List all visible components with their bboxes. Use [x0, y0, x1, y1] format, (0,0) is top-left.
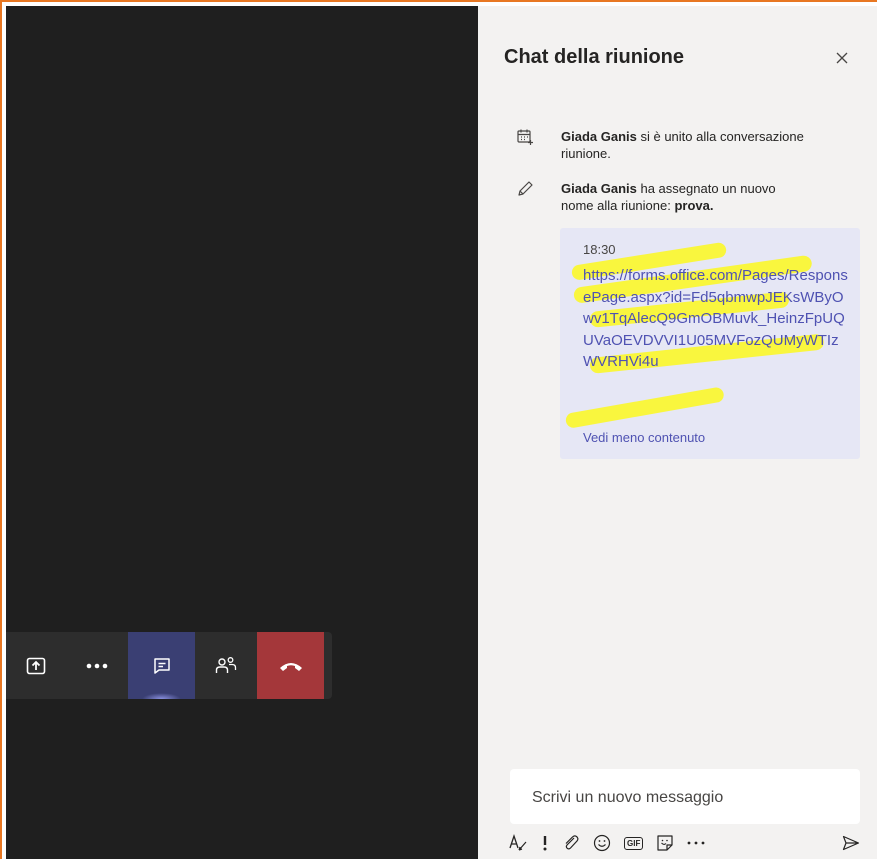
- attach-button[interactable]: [562, 832, 580, 854]
- share-screen-icon: [26, 657, 46, 674]
- show-less-link[interactable]: Vedi meno contenuto: [583, 430, 705, 445]
- compose-box: [510, 769, 860, 824]
- important-icon: [543, 836, 547, 851]
- video-stage: [6, 6, 478, 859]
- meeting-controls-toolbar: [6, 632, 332, 699]
- emoji-button[interactable]: [593, 832, 611, 854]
- more-actions-icon: [86, 663, 108, 668]
- close-icon: [836, 52, 848, 64]
- hang-up-button[interactable]: [257, 632, 324, 699]
- format-icon: [509, 833, 527, 851]
- sticker-button[interactable]: [656, 832, 674, 854]
- more-options-button[interactable]: [687, 832, 705, 854]
- sticker-icon: [657, 835, 673, 851]
- chat-icon: [153, 657, 170, 674]
- compose-toolbar: GIF: [508, 832, 860, 854]
- chat-button[interactable]: [128, 632, 195, 699]
- chat-message-bubble: 18:30 https://forms.office.com/Pages/Res…: [560, 228, 860, 459]
- more-options-icon: [687, 841, 705, 845]
- user-name: Giada Ganis: [561, 129, 637, 144]
- more-actions-button[interactable]: [66, 632, 128, 699]
- participants-icon: [215, 656, 237, 673]
- gif-icon: GIF: [624, 836, 644, 850]
- hang-up-icon: [279, 662, 302, 671]
- meeting-chat-panel: Chat della riunione Giada Ganis si è uni…: [478, 6, 877, 859]
- message-input[interactable]: [530, 782, 844, 814]
- panel-title: Chat della riunione: [504, 46, 685, 68]
- highlight-stroke: [564, 386, 725, 429]
- share-screen-button[interactable]: [6, 632, 66, 699]
- send-icon: [842, 835, 860, 851]
- attach-icon: [565, 835, 579, 850]
- calendar-join-icon: [517, 129, 533, 145]
- message-link[interactable]: https://forms.office.com/Pages/ResponseP…: [583, 265, 848, 373]
- close-panel-button[interactable]: [832, 48, 852, 68]
- user-name: Giada Ganis: [561, 181, 637, 196]
- emoji-icon: [593, 834, 611, 852]
- message-time: 18:30: [583, 242, 616, 257]
- pencil-icon: [518, 181, 533, 196]
- participants-button[interactable]: [195, 632, 257, 699]
- format-button[interactable]: [508, 832, 528, 854]
- important-button[interactable]: [541, 832, 549, 854]
- send-button[interactable]: [842, 832, 860, 854]
- gif-button[interactable]: GIF: [624, 832, 644, 854]
- meeting-name: prova.: [674, 198, 714, 213]
